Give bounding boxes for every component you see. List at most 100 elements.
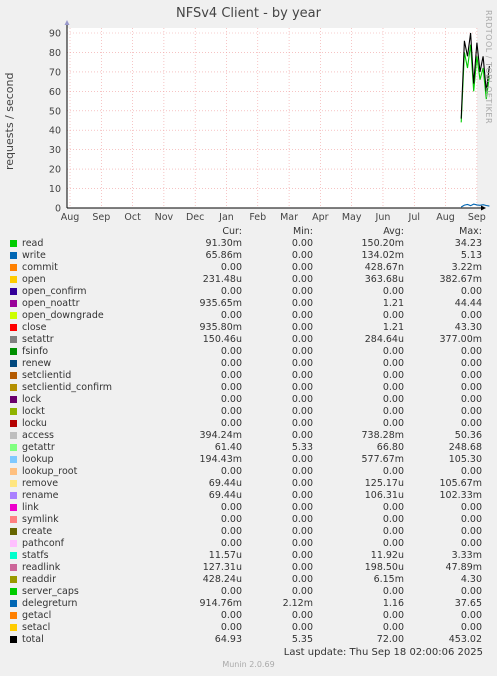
value-cur: 0.00: [220, 526, 242, 537]
value-min: 0.00: [291, 298, 313, 309]
value-avg: 0.00: [382, 586, 404, 597]
legend-row: setattr 150.46u 0.00 284.64u 377.00m: [10, 334, 482, 346]
value-min: 0.00: [291, 538, 313, 549]
legend-row: delegreturn 914.76m 2.12m 1.16 37.65: [10, 598, 482, 610]
value-max: 453.02: [448, 634, 482, 645]
value-avg: 106.31u: [364, 490, 404, 501]
value-max: 248.68: [448, 442, 482, 453]
y-tick-label: 90: [49, 29, 61, 40]
value-min: 0.00: [291, 394, 313, 405]
x-tick-label: Sep: [468, 212, 486, 223]
value-avg: 0.00: [382, 418, 404, 429]
x-tick-label: Dec: [186, 212, 204, 223]
value-cur: 0.00: [220, 514, 242, 525]
legend-swatch: [10, 384, 17, 391]
value-min: 5.35: [291, 634, 313, 645]
value-max: 377.00m: [439, 334, 483, 345]
value-min: 0.00: [291, 466, 313, 477]
legend-row: link 0.00 0.00 0.00 0.00: [10, 502, 482, 514]
legend-name: link: [22, 502, 39, 513]
value-cur: 935.65m: [199, 298, 243, 309]
y-tick-label: 30: [49, 145, 61, 156]
legend-name: close: [22, 322, 47, 333]
legend-header-row: Cur: Min: Avg: Max:: [10, 226, 482, 238]
value-min: 0.00: [291, 250, 313, 261]
header-cur: Cur:: [222, 226, 242, 237]
legend-row: getacl 0.00 0.00 0.00 0.00: [10, 610, 482, 622]
legend-row: renew 0.00 0.00 0.00 0.00: [10, 358, 482, 370]
legend-swatch: [10, 564, 17, 571]
value-cur: 91.30m: [205, 238, 242, 249]
legend-swatch: [10, 636, 17, 643]
value-min: 2.12m: [282, 598, 313, 609]
legend-row: readlink 127.31u 0.00 198.50u 47.89m: [10, 562, 482, 574]
y-tick-label: 20: [49, 165, 61, 176]
x-tick-label: Oct: [124, 212, 141, 223]
legend-swatch: [10, 516, 17, 523]
header-min: Min:: [292, 226, 313, 237]
legend-table: Cur: Min: Avg: Max: read 91.30m 0.00 150.20…: [10, 226, 482, 646]
legend-swatch: [10, 336, 17, 343]
value-cur: 428.24u: [202, 574, 242, 585]
value-avg: 284.64u: [364, 334, 404, 345]
legend-name: readdir: [22, 574, 56, 585]
legend-name: total: [22, 634, 44, 645]
legend-swatch: [10, 432, 17, 439]
x-tick-label: Mar: [280, 212, 298, 223]
value-min: 0.00: [291, 418, 313, 429]
legend-name: setclientid_confirm: [22, 382, 113, 393]
legend-name: read: [22, 238, 44, 249]
legend-swatch: [10, 324, 17, 331]
value-min: 0.00: [291, 334, 313, 345]
y-tick-label: 40: [49, 126, 61, 137]
legend-swatch: [10, 624, 17, 631]
value-min: 0.00: [291, 262, 313, 273]
value-cur: 0.00: [220, 286, 242, 297]
legend-name: symlink: [22, 514, 59, 525]
value-max: 47.89m: [445, 562, 482, 573]
value-avg: 577.67m: [361, 454, 405, 465]
value-avg: 0.00: [382, 286, 404, 297]
value-min: 0.00: [291, 238, 313, 249]
legend-row: setclientid_confirm 0.00 0.00 0.00 0.00: [10, 382, 482, 394]
value-max: 0.00: [460, 526, 482, 537]
value-min: 0.00: [291, 478, 313, 489]
value-avg: 66.80: [376, 442, 404, 453]
legend-name: open_downgrade: [22, 310, 104, 321]
legend-name: write: [22, 250, 46, 261]
value-max: 0.00: [460, 370, 482, 381]
value-avg: 6.15m: [373, 574, 404, 585]
legend-name: open: [22, 274, 46, 285]
legend-row: getattr 61.40 5.33 66.80 248.68: [10, 442, 482, 454]
legend-name: renew: [22, 358, 52, 369]
legend-row: write 65.86m 0.00 134.02m 5.13: [10, 250, 482, 262]
x-tick-label: Jan: [218, 212, 234, 223]
y-tick-label: 70: [49, 67, 61, 78]
value-avg: 1.21: [382, 322, 404, 333]
value-cur: 64.93: [214, 634, 242, 645]
legend-row: lock 0.00 0.00 0.00 0.00: [10, 394, 482, 406]
value-avg: 0.00: [382, 538, 404, 549]
legend-swatch: [10, 288, 17, 295]
value-min: 0.00: [291, 586, 313, 597]
value-avg: 0.00: [382, 310, 404, 321]
value-max: 43.30: [454, 322, 482, 333]
value-max: 105.67m: [439, 478, 483, 489]
y-tick-label: 60: [49, 87, 61, 98]
value-min: 0.00: [291, 430, 313, 441]
legend-name: locku: [22, 418, 47, 429]
legend-swatch: [10, 360, 17, 367]
value-cur: 0.00: [220, 394, 242, 405]
value-cur: 150.46u: [202, 334, 242, 345]
legend-row: open 231.48u 0.00 363.68u 382.67m: [10, 274, 482, 286]
legend-row: remove 69.44u 0.00 125.17u 105.67m: [10, 478, 482, 490]
x-tick-label: Apr: [312, 212, 329, 223]
value-min: 0.00: [291, 622, 313, 633]
plot-area: 0102030405060708090Aug Sep Oct Nov Dec Jan Feb…: [49, 20, 490, 223]
value-min: 0.00: [291, 370, 313, 381]
value-avg: 0.00: [382, 370, 404, 381]
value-max: 0.00: [460, 346, 482, 357]
legend-row: setclientid 0.00 0.00 0.00 0.00: [10, 370, 482, 382]
legend-swatch: [10, 552, 17, 559]
legend-name: open_confirm: [22, 286, 87, 297]
